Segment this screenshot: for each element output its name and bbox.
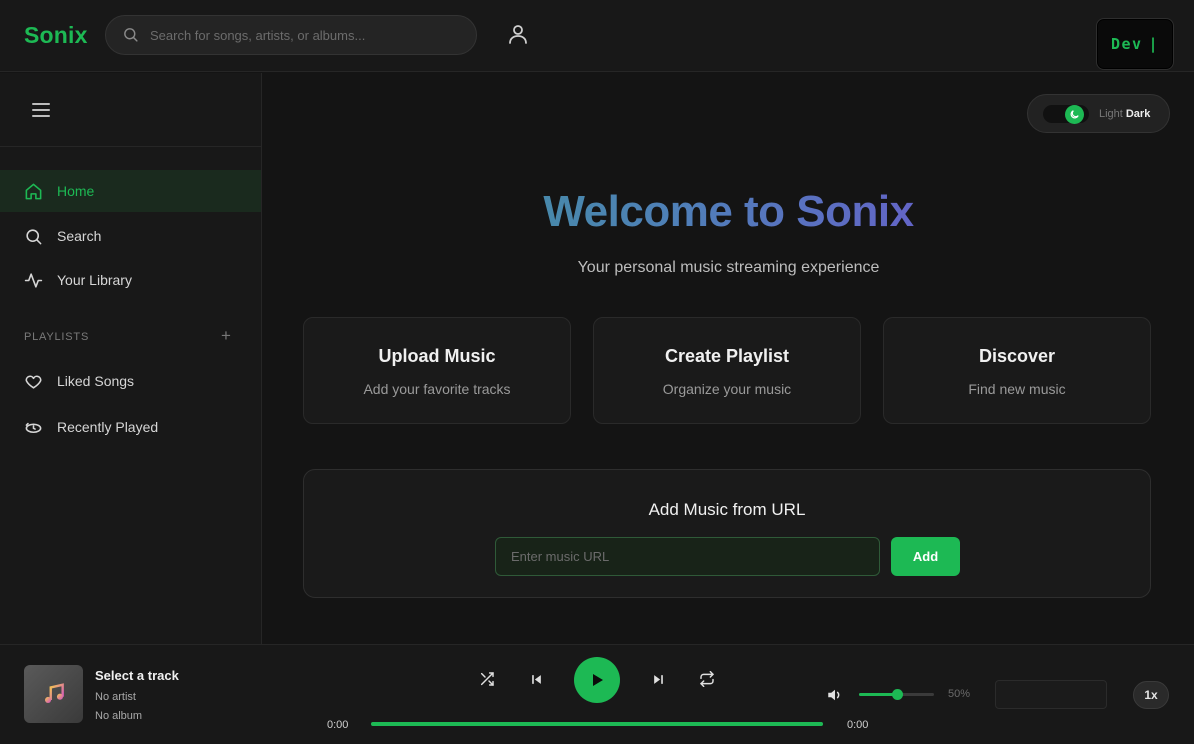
- previous-track-icon[interactable]: [526, 669, 546, 689]
- search-bar[interactable]: [105, 15, 477, 55]
- theme-labels: Light Dark: [1099, 108, 1150, 120]
- card-description: Add your favorite tracks: [363, 381, 511, 397]
- next-track-icon[interactable]: [648, 669, 668, 689]
- dev-badge-label: Dev: [1110, 35, 1143, 53]
- moon-icon: [1065, 105, 1084, 124]
- sidebar-item-liked-songs[interactable]: Liked Songs: [0, 360, 261, 402]
- app-logo[interactable]: Sonix: [24, 22, 88, 49]
- page-subtitle: Your personal music streaming experience: [577, 259, 880, 276]
- track-album: No album: [95, 710, 143, 722]
- volume-icon[interactable]: [826, 686, 844, 704]
- sidebar-item-label: Your Library: [57, 272, 132, 288]
- sidebar-item-label: Liked Songs: [57, 373, 135, 389]
- recent-icon: [25, 422, 42, 433]
- add-url-panel: Add Music from URL Add: [303, 469, 1151, 598]
- track-title: Select a track: [95, 668, 179, 683]
- sidebar-item-label: Recently Played: [57, 419, 159, 435]
- music-note-icon: [44, 683, 64, 703]
- volume-thumb[interactable]: [891, 689, 903, 700]
- sidebar-item-library[interactable]: Your Library: [0, 259, 261, 301]
- player-extra-panel: [995, 680, 1107, 709]
- sidebar-item-search[interactable]: Search: [0, 215, 261, 257]
- volume-fill: [859, 693, 897, 696]
- upload-music-card[interactable]: Upload Music Add your favorite tracks: [303, 317, 571, 424]
- menu-toggle-icon[interactable]: [32, 103, 50, 119]
- theme-dark-label: Dark: [1125, 108, 1151, 120]
- album-art: [24, 665, 83, 723]
- theme-toggle[interactable]: Light Dark: [1027, 94, 1170, 133]
- dev-badge[interactable]: Dev |: [1096, 18, 1174, 70]
- sidebar-item-label: Home: [57, 183, 95, 199]
- card-title: Discover: [978, 346, 1056, 366]
- play-icon: [593, 674, 603, 686]
- add-url-button[interactable]: Add: [891, 537, 960, 576]
- activity-icon: [24, 272, 43, 288]
- search-icon: [26, 228, 42, 244]
- sidebar-item-recently-played[interactable]: Recently Played: [0, 406, 261, 448]
- search-input[interactable]: [150, 16, 460, 54]
- discover-card[interactable]: Discover Find new music: [883, 317, 1151, 424]
- heart-icon: [25, 375, 42, 389]
- add-url-title: Add Music from URL: [648, 500, 806, 519]
- add-playlist-button[interactable]: +: [221, 326, 231, 346]
- search-icon: [124, 28, 138, 42]
- sidebar: Home Search Your Library PLAYLISTS + Lik…: [0, 73, 262, 644]
- player-bar: Select a track No artist No album 0:00 0…: [0, 644, 1194, 744]
- playback-speed-button[interactable]: 1x: [1133, 681, 1169, 709]
- home-icon: [25, 183, 42, 199]
- top-bar: Sonix Dev |: [0, 0, 1194, 72]
- app-root: Sonix Dev | Home Search Your Library PL: [0, 0, 1194, 744]
- card-title: Create Playlist: [664, 346, 790, 366]
- sidebar-item-home[interactable]: Home: [0, 170, 261, 212]
- sidebar-divider: [0, 146, 261, 147]
- volume-percent: 50%: [948, 688, 971, 700]
- create-playlist-card[interactable]: Create Playlist Organize your music: [593, 317, 861, 424]
- track-artist: No artist: [95, 691, 136, 703]
- music-url-input[interactable]: [495, 537, 880, 576]
- shuffle-icon[interactable]: [477, 669, 497, 689]
- progress-bar[interactable]: [371, 722, 823, 726]
- theme-light-label: Light: [1099, 108, 1123, 120]
- volume-slider[interactable]: [859, 689, 934, 700]
- card-title: Upload Music: [378, 346, 496, 366]
- playlists-heading: PLAYLISTS: [24, 331, 90, 343]
- card-description: Find new music: [968, 381, 1066, 397]
- progress-fill: [371, 722, 823, 726]
- card-description: Organize your music: [662, 381, 792, 397]
- dev-badge-cursor: |: [1148, 35, 1160, 53]
- user-profile-icon[interactable]: [506, 22, 530, 46]
- play-button[interactable]: [574, 657, 620, 703]
- main-content: Light Dark Welcome to Sonix Your personal…: [263, 73, 1194, 644]
- current-time: 0:00: [327, 719, 349, 731]
- page-title: Welcome to Sonix: [263, 187, 1194, 237]
- sidebar-item-label: Search: [57, 228, 102, 244]
- repeat-icon[interactable]: [697, 669, 717, 689]
- total-time: 0:00: [847, 719, 869, 731]
